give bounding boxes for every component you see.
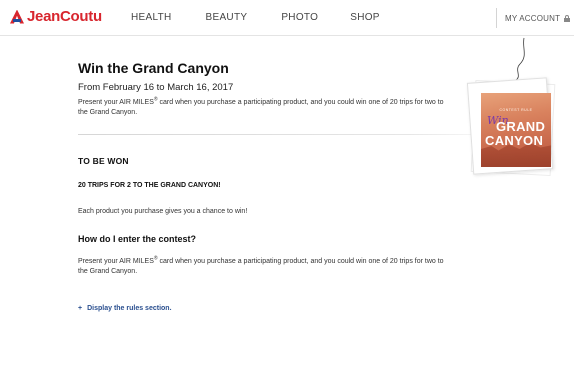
nav-item-shop[interactable]: SHOP: [350, 12, 380, 23]
display-rules-label: Display the rules section.: [87, 305, 172, 312]
display-rules-link[interactable]: + Display the rules section.: [78, 305, 172, 312]
how-to-enter-text: Present your AIR MILES® card when you pu…: [78, 255, 444, 275]
site-header: JeanCoutu HEALTH BEAUTY PHOTO SHOP MY AC…: [0, 0, 574, 36]
grand-canyon-poster-image: CONTEST RULE Win GRAND CANYON: [481, 93, 551, 167]
page-title: Win the Grand Canyon: [78, 60, 229, 76]
logo-mark-icon: [10, 9, 24, 24]
jean-coutu-logo[interactable]: JeanCoutu: [10, 8, 102, 25]
contest-intro: Win the Grand Canyon From February 16 to…: [78, 60, 458, 118]
prize-section: TO BE WON 20 TRIPS FOR 2 TO THE GRAND CA…: [78, 156, 458, 215]
prize-description: 20 TRIPS FOR 2 TO THE GRAND CANYON!: [78, 182, 221, 189]
tag-contest-line: CONTEST RULE: [499, 108, 533, 112]
contest-dates: From February 16 to March 16, 2017: [78, 82, 234, 93]
my-account-label: MY ACCOUNT: [505, 13, 561, 23]
how-to-enter-heading: How do I enter the contest?: [78, 234, 197, 244]
section-divider: [78, 134, 518, 135]
nav-item-photo[interactable]: PHOTO: [281, 12, 318, 23]
nav-item-beauty[interactable]: BEAUTY: [206, 12, 248, 23]
logo-text: JeanCoutu: [27, 8, 102, 25]
tag-grand-text: GRAND: [496, 119, 546, 134]
lock-icon: [564, 14, 571, 22]
my-account-button[interactable]: MY ACCOUNT: [496, 8, 571, 28]
to-be-won-heading: TO BE WON: [78, 156, 129, 166]
how-to-enter-section: How do I enter the contest? Present your…: [78, 234, 458, 277]
nav-item-health[interactable]: HEALTH: [131, 12, 172, 23]
intro-text: Present your AIR MILES® card when you pu…: [78, 96, 444, 116]
chance-text: Each product you purchase gives you a ch…: [78, 208, 248, 215]
main-nav: HEALTH BEAUTY PHOTO SHOP: [131, 12, 380, 23]
plus-icon: +: [78, 305, 83, 312]
contest-tag-illustration: CONTEST RULE Win GRAND CANYON: [462, 36, 574, 186]
tag-canyon-text: CANYON: [485, 133, 544, 148]
